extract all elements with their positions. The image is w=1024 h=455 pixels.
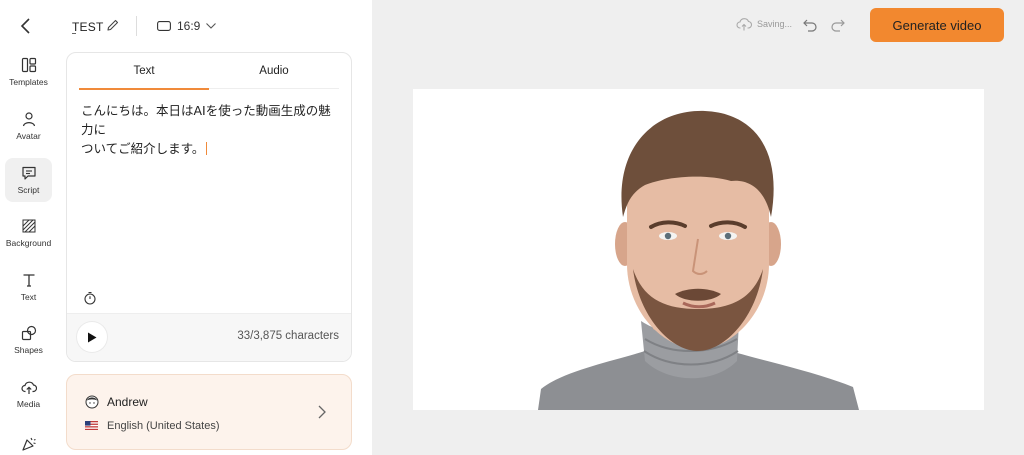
avatar-icon: [22, 112, 35, 127]
left-rail: Templates Avatar Script Background Text …: [0, 0, 58, 455]
tab-text[interactable]: Text: [79, 53, 209, 90]
aspect-ratio-label: 16:9: [177, 19, 201, 33]
voice-language: English (United States): [107, 420, 220, 432]
tab-audio[interactable]: Audio: [209, 53, 339, 89]
script-panel: Text Audio こんにちは。本日はAIを使った動画生成の魅力に ついてご紹…: [66, 52, 352, 362]
sidebar-item-effects[interactable]: [5, 426, 52, 455]
text-caret: [206, 142, 208, 155]
sidebar-item-templates[interactable]: Templates: [5, 50, 52, 94]
script-line: ついてご紹介します。: [81, 141, 205, 156]
sidebar-item-media[interactable]: Media: [5, 372, 52, 416]
voice-avatar-icon: [85, 395, 99, 409]
sidebar-item-shapes[interactable]: Shapes: [5, 318, 52, 362]
play-button[interactable]: [77, 322, 107, 352]
saving-label: Saving...: [757, 19, 793, 29]
sidebar-item-label: Shapes: [14, 345, 43, 355]
us-flag-icon: [85, 421, 98, 430]
character-count: 33/3,875 characters: [237, 330, 339, 342]
script-line: こんにちは。本日はAIを使った動画生成の魅力に: [81, 103, 331, 137]
project-name-underline: [72, 33, 76, 34]
effects-icon: [21, 437, 36, 451]
video-preview[interactable]: [413, 89, 984, 410]
project-name[interactable]: TEST: [72, 20, 103, 34]
sidebar-item-label: Templates: [9, 77, 48, 87]
editor-canvas-area: Saving... Generate video: [372, 0, 1024, 455]
app-window: Templates Avatar Script Background Text …: [0, 0, 1024, 455]
avatar-presenter-image: [538, 110, 859, 410]
background-icon: [22, 219, 35, 233]
templates-icon: [21, 57, 36, 73]
script-icon: [21, 166, 36, 180]
shapes-icon: [21, 325, 36, 341]
voice-name: Andrew: [107, 395, 148, 409]
chevron-right-icon: [318, 405, 326, 419]
script-footer: 33/3,875 characters: [67, 313, 351, 361]
back-button[interactable]: [14, 14, 38, 38]
aspect-ratio-dropdown[interactable]: 16:9: [157, 16, 217, 36]
chevron-down-icon: [206, 23, 217, 29]
cloud-sync-icon: [736, 18, 752, 31]
script-tabs: Text Audio: [79, 53, 339, 90]
redo-icon[interactable]: [830, 17, 846, 33]
script-textarea[interactable]: こんにちは。本日はAIを使った動画生成の魅力に ついてご紹介します。: [81, 101, 341, 158]
aspect-ratio-icon: [157, 21, 171, 31]
text-icon: [23, 274, 34, 287]
play-icon: [88, 332, 97, 342]
media-icon: [20, 381, 37, 394]
top-divider: [136, 16, 137, 36]
sidebar-item-label: Background: [5, 238, 52, 248]
sidebar-item-label: Text: [20, 292, 37, 302]
undo-icon[interactable]: [802, 17, 818, 33]
sidebar-item-avatar[interactable]: Avatar: [5, 104, 52, 148]
pencil-icon[interactable]: [106, 18, 120, 32]
chevron-left-icon: [20, 18, 30, 34]
sidebar-item-label: Media: [16, 399, 41, 409]
voice-selector[interactable]: Andrew English (United States): [66, 374, 352, 450]
sidebar-item-label: Avatar: [16, 131, 41, 141]
sidebar-item-background[interactable]: Background: [5, 211, 52, 255]
sidebar-item-script[interactable]: Script: [5, 158, 52, 202]
sidebar-item-label: Script: [17, 185, 40, 195]
editor-toolbar: Saving... Generate video: [372, 0, 1024, 52]
saving-status: Saving...: [736, 17, 792, 31]
sidebar-item-text[interactable]: Text: [5, 265, 52, 309]
generate-video-button[interactable]: Generate video: [870, 8, 1004, 42]
timer-icon[interactable]: [83, 291, 97, 305]
